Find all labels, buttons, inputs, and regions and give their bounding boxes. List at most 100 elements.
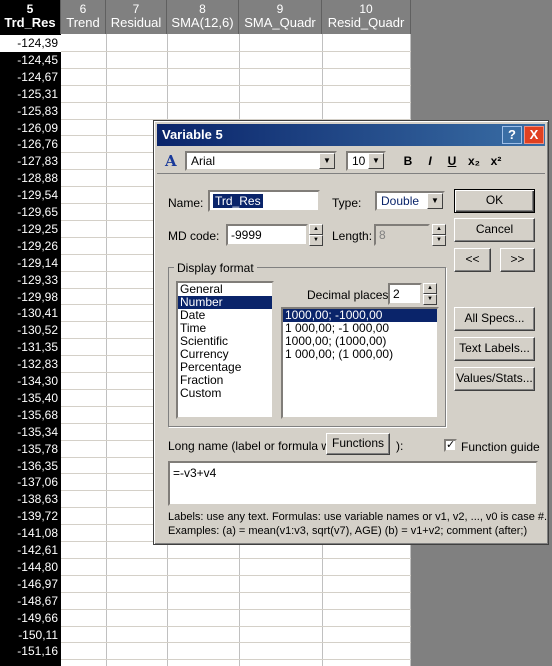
next-variable-button[interactable]: >> xyxy=(500,248,535,272)
title-bar[interactable]: Variable 5 ? X xyxy=(157,124,545,146)
font-size-select[interactable]: 10 ▼ xyxy=(346,151,386,171)
chevron-down-icon[interactable]: ▼ xyxy=(427,193,443,209)
row-gridline xyxy=(61,591,411,593)
row-gridline xyxy=(61,625,411,627)
chevron-down-icon[interactable]: ▼ xyxy=(368,153,384,169)
font-toolbar: A Arial ▼ 10 ▼ B I U x₂ x² xyxy=(157,148,545,174)
font-name-select[interactable]: Arial ▼ xyxy=(185,151,337,171)
row-gridline xyxy=(61,659,411,661)
row-gridline xyxy=(61,557,411,559)
long-name-textarea[interactable]: =-v3+v4 xyxy=(168,461,538,506)
help-button[interactable]: ? xyxy=(502,126,522,144)
cell-value[interactable]: -135,40 xyxy=(0,390,61,407)
length-input[interactable]: 8 xyxy=(374,224,430,246)
cell-value[interactable]: -136,35 xyxy=(0,458,61,475)
all-specs-button[interactable]: All Specs... xyxy=(454,307,535,331)
decimal-places-stepper[interactable]: ▲ ▼ xyxy=(423,283,437,305)
column-header-5[interactable]: 5 Trd_Res xyxy=(0,0,61,34)
cancel-button[interactable]: Cancel xyxy=(454,218,535,242)
function-guide-checkbox[interactable]: ✓ xyxy=(444,439,457,452)
bold-button[interactable]: B xyxy=(399,152,417,170)
md-code-stepper[interactable]: ▲ ▼ xyxy=(309,224,323,246)
cell-value[interactable]: -149,66 xyxy=(0,610,61,627)
cell-value[interactable]: -150,11 xyxy=(0,627,61,644)
functions-button[interactable]: Functions xyxy=(326,433,390,455)
cell-value[interactable]: -129,98 xyxy=(0,289,61,306)
font-size-value: 10 xyxy=(352,154,366,168)
cell-value[interactable]: -124,45 xyxy=(0,52,61,69)
row-gridline xyxy=(61,642,411,644)
cell-value[interactable]: -138,63 xyxy=(0,491,61,508)
decimal-places-input[interactable]: 2 xyxy=(388,283,422,305)
cell-value[interactable]: -126,09 xyxy=(0,120,61,137)
values-stats-button[interactable]: Values/Stats... xyxy=(454,367,535,391)
cell-value[interactable]: -125,83 xyxy=(0,103,61,120)
column-header-9[interactable]: 9 SMA_Quadr xyxy=(239,0,322,34)
help-text-line-2: Examples: (a) = mean(v1:v3, sqrt(v7), AG… xyxy=(168,525,528,537)
cell-value[interactable]: -124,67 xyxy=(0,69,61,86)
format-item[interactable]: Custom xyxy=(178,387,272,400)
superscript-button[interactable]: x² xyxy=(487,152,505,170)
type-select[interactable]: Double ▼ xyxy=(375,191,445,211)
cell-value[interactable]: -148,67 xyxy=(0,593,61,610)
cell-value[interactable]: -129,65 xyxy=(0,204,61,221)
cell-value[interactable]: -131,35 xyxy=(0,339,61,356)
cell-value[interactable]: -130,41 xyxy=(0,305,61,322)
cell-value[interactable]: -129,14 xyxy=(0,255,61,272)
cell-value[interactable]: -135,34 xyxy=(0,424,61,441)
cell-value[interactable]: -134,30 xyxy=(0,373,61,390)
column-name: SMA(12,6) xyxy=(171,16,234,30)
italic-button[interactable]: I xyxy=(421,152,439,170)
row-gridline xyxy=(61,67,411,69)
format-list[interactable]: General Number Date Time Scientific Currency P… xyxy=(176,281,274,419)
function-guide-label: Function guide xyxy=(461,440,540,454)
cell-value[interactable]: -129,26 xyxy=(0,238,61,255)
cell-value[interactable]: -128,88 xyxy=(0,170,61,187)
row-gridline xyxy=(61,101,411,103)
cell-value[interactable]: -139,72 xyxy=(0,508,61,525)
cell-value[interactable]: -135,68 xyxy=(0,407,61,424)
cell-value[interactable]: -144,80 xyxy=(0,559,61,576)
cell-value[interactable]: -129,25 xyxy=(0,221,61,238)
length-stepper[interactable]: ▲ ▼ xyxy=(432,224,446,246)
md-code-label: MD code: xyxy=(168,229,220,243)
font-name-value: Arial xyxy=(191,154,216,168)
cell-value[interactable]: -141,08 xyxy=(0,525,61,542)
font-icon[interactable]: A xyxy=(165,152,177,170)
previous-variable-button[interactable]: << xyxy=(454,248,491,272)
column-header-8[interactable]: 8 SMA(12,6) xyxy=(167,0,239,34)
chevron-down-icon[interactable]: ▼ xyxy=(319,153,335,169)
column-header-10[interactable]: 10 Resid_Quadr xyxy=(322,0,411,34)
cell-value[interactable]: -142,61 xyxy=(0,542,61,559)
column-number: 6 xyxy=(79,2,87,16)
text-labels-button[interactable]: Text Labels... xyxy=(454,337,535,361)
cell-value[interactable]: -130,52 xyxy=(0,322,61,339)
display-format-label: Display format xyxy=(174,261,257,275)
name-input[interactable]: Trd_Res xyxy=(208,190,320,212)
row-gridline xyxy=(61,574,411,576)
cell-value[interactable]: -137,06 xyxy=(0,474,61,491)
cell-value[interactable]: -129,33 xyxy=(0,272,61,289)
number-format-item[interactable]: 1 000,00; (1 000,00) xyxy=(283,348,437,361)
close-button[interactable]: X xyxy=(524,126,544,144)
cell-value[interactable]: -124,39 xyxy=(0,35,61,52)
cell-value[interactable]: -146,97 xyxy=(0,576,61,593)
cell-value[interactable]: -125,31 xyxy=(0,86,61,103)
cell-value[interactable]: -132,83 xyxy=(0,356,61,373)
cell-value[interactable]: -127,83 xyxy=(0,153,61,170)
ok-button[interactable]: OK xyxy=(454,189,535,213)
md-code-input[interactable]: -9999 xyxy=(226,224,308,246)
cell-value[interactable]: -151,16 xyxy=(0,643,61,660)
column-name: Residual xyxy=(110,16,162,30)
underline-button[interactable]: U xyxy=(443,152,461,170)
column-number: 10 xyxy=(359,2,373,16)
decimal-places-label: Decimal places: xyxy=(307,288,392,302)
number-format-list[interactable]: 1000,00; -1000,00 1 000,00; -1 000,00 1000… xyxy=(281,307,439,419)
cell-value[interactable]: -135,78 xyxy=(0,441,61,458)
cell-value[interactable]: -126,76 xyxy=(0,136,61,153)
column-header-6[interactable]: 6 Trend xyxy=(61,0,106,34)
column-header-7[interactable]: 7 Residual xyxy=(106,0,167,34)
cell-value[interactable]: -129,54 xyxy=(0,187,61,204)
name-label: Name: xyxy=(168,196,204,210)
subscript-button[interactable]: x₂ xyxy=(465,152,483,170)
